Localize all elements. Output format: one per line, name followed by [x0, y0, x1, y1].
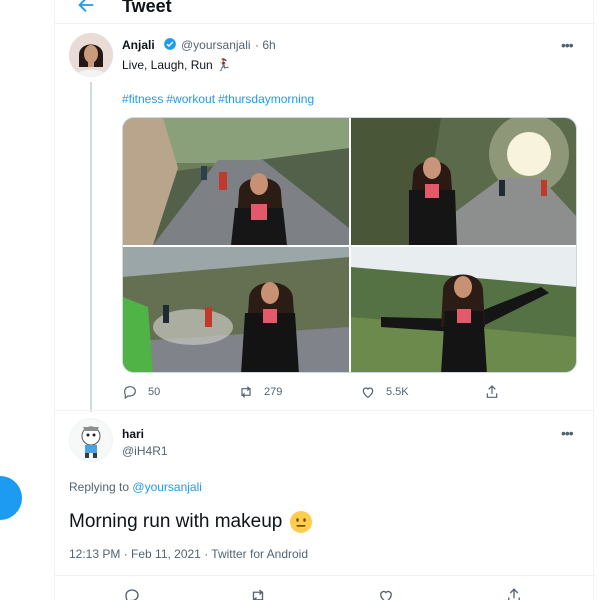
back-arrow-icon[interactable]: [75, 0, 97, 16]
retweet-icon[interactable]: [249, 587, 267, 600]
replying-to: Replying to @yoursanjali: [69, 480, 202, 494]
hashtag-link[interactable]: #workout: [166, 92, 215, 106]
media-photo[interactable]: [123, 118, 349, 245]
tweet-text: Live, Laugh, Run 🏃‍♀️: [122, 58, 232, 72]
reply-metadata: 12:13 PM · Feb 11, 2021 · Twitter for An…: [69, 547, 309, 561]
comment-icon[interactable]: [123, 587, 141, 600]
mention-link[interactable]: @yoursanjali: [132, 480, 202, 494]
like-count: 5.5K: [386, 386, 409, 398]
heart-icon[interactable]: [377, 587, 395, 600]
avatar[interactable]: [69, 418, 113, 462]
author-handle[interactable]: @yoursanjali: [181, 38, 251, 52]
comment-icon: [124, 386, 136, 400]
hashtag-link[interactable]: #thursdaymorning: [218, 92, 314, 106]
compose-tweet-button[interactable]: [0, 476, 22, 520]
media-photo[interactable]: [351, 247, 576, 372]
tweet-time[interactable]: · 6h: [255, 38, 276, 52]
hashtag-link[interactable]: #fitness: [122, 92, 163, 106]
thread-connector-line: [90, 82, 92, 412]
share-icon: [486, 385, 498, 398]
heart-icon: [362, 387, 374, 399]
retweet-button[interactable]: 279: [238, 382, 282, 402]
replying-prefix: Replying to: [69, 480, 130, 494]
more-icon[interactable]: •••: [561, 38, 577, 52]
tweet-detail-column: Tweet Anjali @yoursanjali · 6h ••• Live,…: [54, 0, 595, 600]
page-header: Tweet: [55, 0, 595, 24]
reply-action-bar: [55, 585, 595, 600]
like-button[interactable]: 5.5K: [360, 382, 409, 402]
divider: [55, 575, 595, 576]
share-button[interactable]: [484, 382, 510, 402]
retweet-icon: [241, 386, 251, 398]
hashtag-list: #fitness #workout #thursdaymorning: [122, 92, 317, 106]
left-navigation: [0, 0, 54, 600]
media-photo[interactable]: [351, 118, 576, 245]
neutral-face-emoji-icon: [290, 511, 313, 533]
share-icon[interactable]: [505, 587, 523, 600]
page-title: Tweet: [122, 0, 172, 16]
avatar[interactable]: [69, 33, 113, 77]
retweet-count: 279: [264, 386, 283, 398]
reply-button[interactable]: 50: [122, 382, 160, 402]
reply-count: 50: [148, 386, 161, 398]
verified-badge-icon: [164, 38, 176, 50]
more-icon[interactable]: •••: [561, 426, 577, 440]
reply-author-name[interactable]: hari: [122, 427, 144, 441]
reply-text: Morning run with makeup: [69, 510, 313, 534]
media-photo[interactable]: [123, 247, 349, 372]
tweet-action-bar: 50 279 5.5K: [122, 382, 577, 402]
reply-author-handle[interactable]: @iH4R1: [122, 444, 168, 458]
media-grid: [122, 117, 577, 373]
reply-body: Morning run with makeup: [69, 511, 283, 532]
author-name[interactable]: Anjali: [122, 38, 155, 52]
divider: [55, 410, 595, 411]
